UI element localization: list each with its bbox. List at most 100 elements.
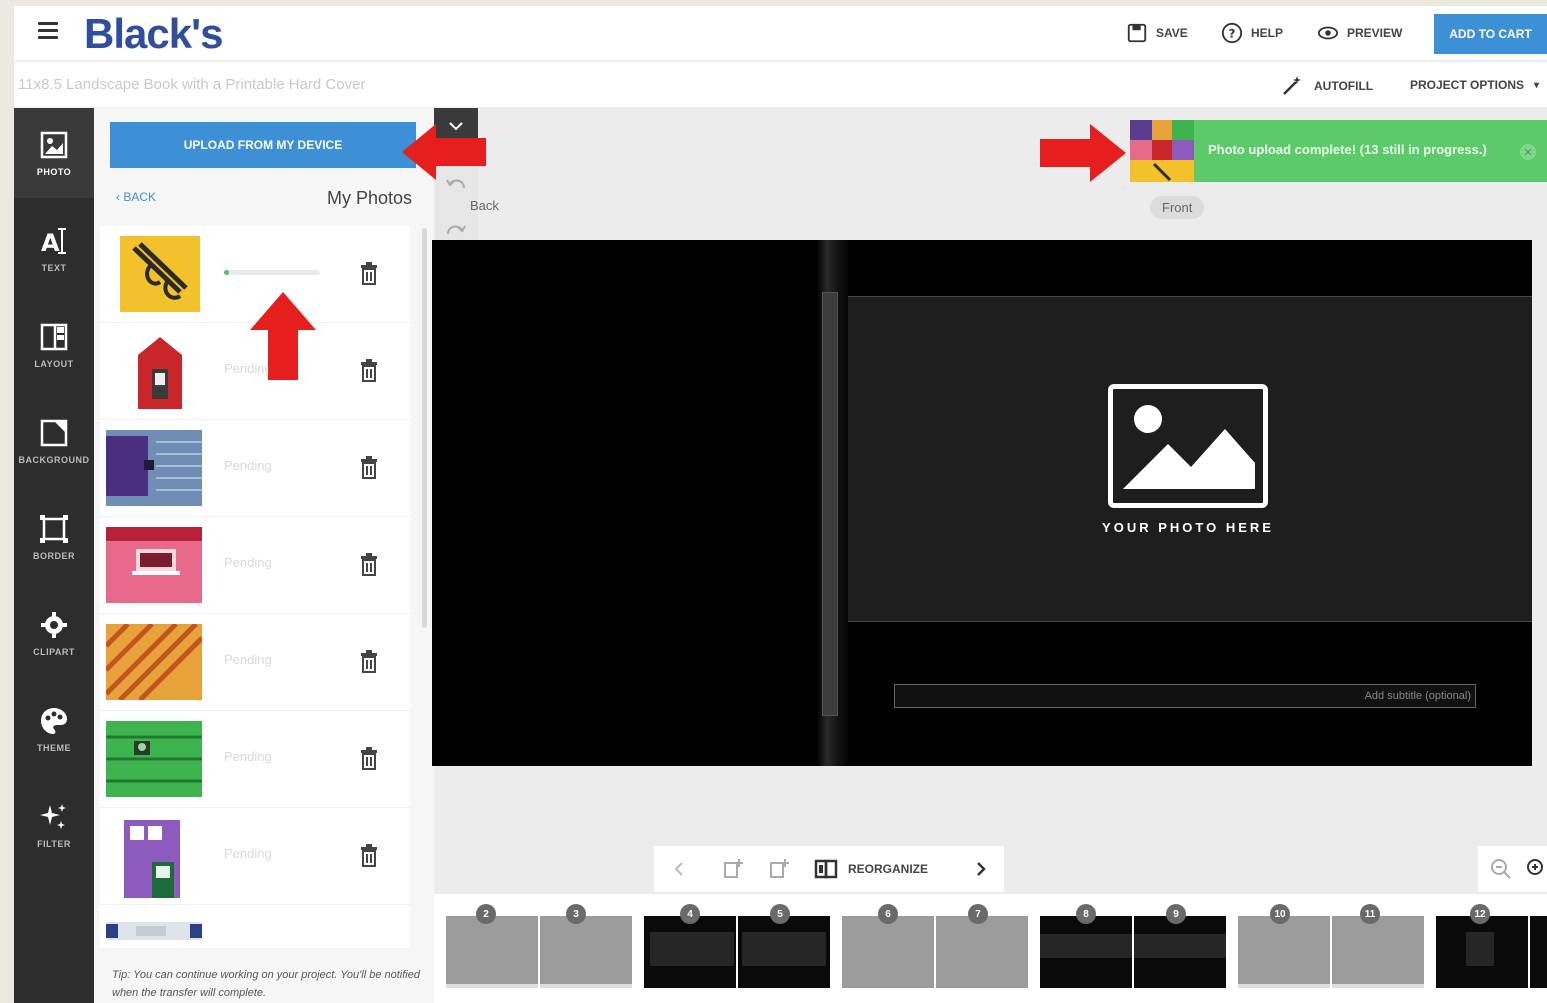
- rail-item-layout[interactable]: LAYOUT: [14, 300, 94, 390]
- zoom-in-icon[interactable]: [1524, 856, 1547, 882]
- page-thumbnail[interactable]: [644, 916, 736, 988]
- rail-item-filter[interactable]: FILTER: [14, 780, 94, 870]
- page-thumbnail[interactable]: [1332, 916, 1424, 988]
- project-options-dropdown[interactable]: PROJECT OPTIONS ▾: [1410, 78, 1539, 92]
- magic-wand-icon: [1283, 76, 1301, 95]
- photo-row[interactable]: Pending: [100, 711, 410, 808]
- hamburger-menu-icon[interactable]: [38, 22, 58, 40]
- rail-label-photo: PHOTO: [36, 167, 72, 177]
- trash-icon[interactable]: [358, 260, 380, 286]
- add-to-cart-button[interactable]: ADD TO CART: [1434, 14, 1547, 54]
- trash-icon[interactable]: [358, 648, 380, 674]
- save-icon: [1127, 23, 1147, 43]
- rail-item-photo[interactable]: PHOTO: [14, 108, 94, 198]
- photo-row[interactable]: [100, 916, 410, 948]
- rail-item-background[interactable]: BACKGROUND: [14, 396, 94, 486]
- photo-thumbnail[interactable]: [120, 818, 190, 898]
- book-cover-canvas[interactable]: YOUR PHOTO HERE Add subtitle (optional): [432, 240, 1532, 766]
- photo-thumbnail[interactable]: [106, 624, 202, 700]
- page-thumbnail[interactable]: [738, 916, 830, 988]
- back-link[interactable]: ‹ BACK: [116, 190, 156, 204]
- photo-thumbnail[interactable]: [112, 333, 208, 409]
- trash-icon[interactable]: [358, 357, 380, 383]
- reorganize-button[interactable]: REORGANIZE: [814, 858, 928, 880]
- trash-icon[interactable]: [358, 454, 380, 480]
- help-button[interactable]: ? HELP: [1221, 22, 1283, 44]
- rail-item-theme[interactable]: THEME: [14, 684, 94, 774]
- photos-panel: UPLOAD FROM MY DEVICE ‹ BACK My Photos P…: [94, 108, 434, 1003]
- photo-row[interactable]: Pending: [100, 420, 410, 517]
- photo-pink-facade-image: [106, 527, 202, 603]
- zoom-out-icon[interactable]: [1488, 856, 1514, 882]
- rail-item-clipart[interactable]: CLIPART: [14, 588, 94, 678]
- add-page-before-icon[interactable]: [720, 856, 746, 882]
- rail-item-border[interactable]: BORDER: [14, 492, 94, 582]
- page-thumbnail[interactable]: [1530, 916, 1547, 988]
- photo-thumbnail[interactable]: [106, 527, 202, 603]
- preview-label: PREVIEW: [1347, 26, 1403, 40]
- photo-list-scrollbar[interactable]: [422, 228, 427, 628]
- upload-from-device-button[interactable]: UPLOAD FROM MY DEVICE: [110, 122, 416, 168]
- project-options-label: PROJECT OPTIONS: [1410, 78, 1525, 92]
- photo-row[interactable]: Pending: [100, 614, 410, 711]
- photo-thumbnail[interactable]: [106, 430, 202, 506]
- autofill-button[interactable]: AUTOFILL: [1280, 74, 1373, 98]
- border-icon: [40, 515, 68, 543]
- photo-thumbnail[interactable]: [120, 236, 200, 312]
- add-page-after-icon[interactable]: [766, 856, 792, 882]
- spread-thumbnail[interactable]: 2 3: [446, 904, 632, 988]
- photo-orange-roof-image: [106, 624, 202, 700]
- upload-progress-bar: [224, 270, 320, 275]
- photo-thumbnail[interactable]: [106, 721, 202, 797]
- page-thumbnail[interactable]: [1238, 916, 1330, 988]
- spread-thumbnail[interactable]: 12: [1436, 904, 1547, 988]
- page-thumbnail[interactable]: [446, 916, 538, 988]
- zoom-controls: [1478, 846, 1547, 892]
- photo-partial-image: [106, 922, 202, 940]
- page-number-badge: 8: [1076, 904, 1096, 924]
- spread-thumbnail[interactable]: 10 11: [1238, 904, 1424, 988]
- chevron-left-icon[interactable]: [666, 856, 692, 882]
- photo-status: Pending: [224, 846, 272, 861]
- photo-green-wall-image: [106, 721, 202, 797]
- gear-icon: [41, 612, 67, 638]
- trash-icon[interactable]: [358, 745, 380, 771]
- page-number-badge: 12: [1470, 904, 1490, 924]
- page-thumbnail[interactable]: [842, 916, 934, 988]
- panel-title: My Photos: [326, 188, 412, 208]
- page-thumbnail[interactable]: [1134, 916, 1226, 988]
- close-icon[interactable]: ✕: [1520, 144, 1536, 160]
- photo-row[interactable]: Pending: [100, 517, 410, 614]
- eye-icon: [1317, 26, 1339, 40]
- trash-icon[interactable]: [358, 551, 380, 577]
- page-thumbnail[interactable]: [1040, 916, 1132, 988]
- autofill-label: AUTOFILL: [1314, 79, 1374, 93]
- page-thumbnail[interactable]: [936, 916, 1028, 988]
- spread-thumbnail[interactable]: 8 9: [1040, 904, 1226, 988]
- rail-label-theme: THEME: [37, 743, 71, 753]
- trash-icon[interactable]: [358, 842, 380, 868]
- spread-thumbnail[interactable]: 4 5: [644, 904, 830, 988]
- rail-item-text[interactable]: A TEXT: [14, 204, 94, 294]
- rail-label-layout: LAYOUT: [34, 359, 74, 369]
- page-thumbnail[interactable]: [540, 916, 632, 988]
- subtitle-input[interactable]: Add subtitle (optional): [894, 684, 1476, 708]
- brand-logo[interactable]: Black's: [84, 10, 223, 58]
- palette-icon: [41, 708, 67, 734]
- page-number-badge: 6: [878, 904, 898, 924]
- spine-text-area[interactable]: [822, 292, 838, 716]
- spread-thumbnail[interactable]: 6 7: [842, 904, 1028, 988]
- layout-icon: [40, 323, 68, 351]
- photo-thumbnail[interactable]: [106, 922, 202, 940]
- page-thumbnail[interactable]: [1436, 916, 1528, 988]
- app-window: Black's SAVE ? HELP PREVIEW ADD TO CART …: [14, 6, 1547, 1003]
- chevron-right-icon[interactable]: [968, 856, 994, 882]
- page-number-badge: 2: [476, 904, 496, 924]
- photo-red-house-image: [112, 333, 208, 409]
- photo-row[interactable]: Pending: [100, 808, 410, 905]
- project-bar: 11x8.5 Landscape Book with a Printable H…: [14, 61, 1547, 107]
- preview-button[interactable]: PREVIEW: [1317, 22, 1402, 44]
- save-button[interactable]: SAVE: [1126, 22, 1188, 44]
- reorganize-icon: [814, 859, 838, 879]
- front-page-label: Front: [1150, 196, 1205, 219]
